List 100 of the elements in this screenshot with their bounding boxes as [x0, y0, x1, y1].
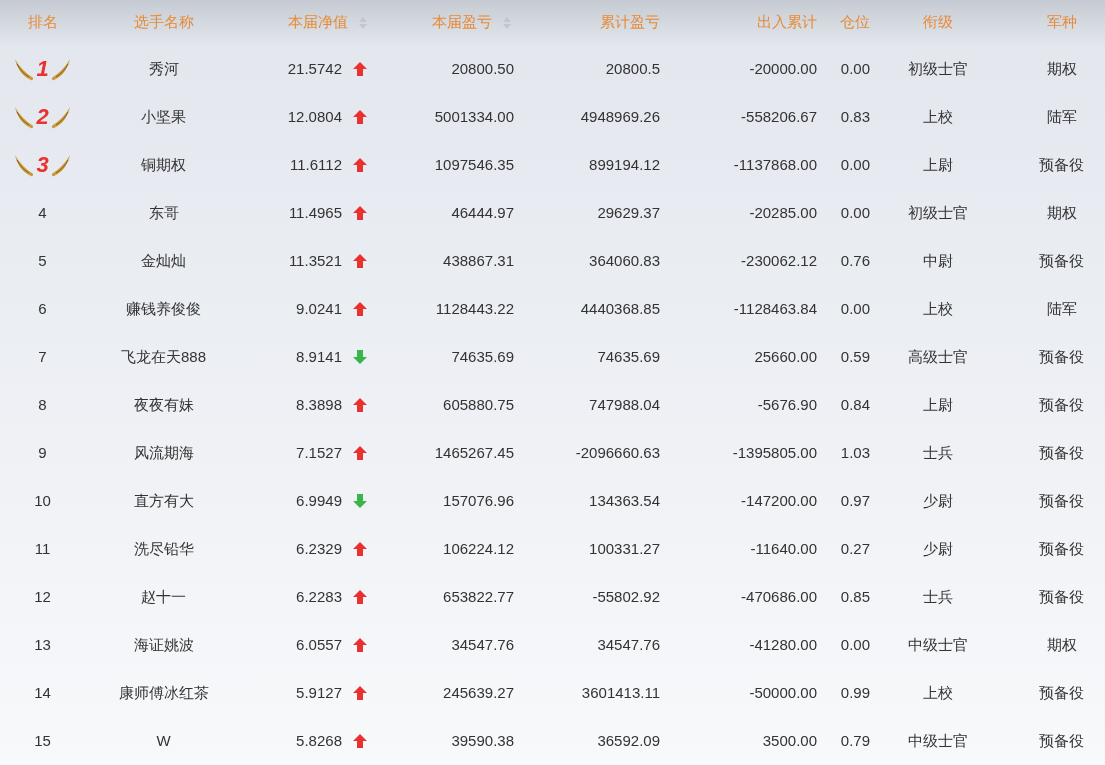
branch-name: 预备役 [1039, 154, 1084, 175]
profit-value: 605880.75 [443, 394, 514, 415]
player-name: 洗尽铅华 [133, 538, 194, 559]
player-name: 海证姚波 [133, 634, 194, 655]
in-out-value: -147200.00 [741, 490, 817, 511]
position-value: 0.79 [840, 730, 870, 751]
branch-name: 期权 [1046, 202, 1077, 223]
profit-value: 20800.50 [451, 58, 514, 79]
rank-number: 1 [36, 58, 49, 80]
rank-number: 13 [34, 634, 51, 655]
total-profit-value: 4948969.26 [580, 106, 660, 127]
total-profit-value: 100331.27 [589, 538, 660, 559]
rank-number: 3 [36, 154, 49, 176]
player-name: 秀河 [148, 58, 179, 79]
profit-value: 1097546.35 [434, 154, 514, 175]
branch-name: 期权 [1046, 58, 1077, 79]
branch-name: 预备役 [1039, 730, 1084, 751]
net-value: 6.9949 [296, 490, 342, 511]
column-header[interactable]: 本届盈亏 [432, 11, 512, 34]
branch-name: 预备役 [1039, 682, 1084, 703]
profit-value: 39590.38 [451, 730, 514, 751]
in-out-value: 25660.00 [754, 346, 817, 367]
total-profit-value: 34547.76 [597, 634, 660, 655]
net-value: 5.8268 [296, 730, 342, 751]
rank-number: 6 [38, 298, 47, 319]
net-value: 21.5742 [287, 58, 342, 79]
total-profit-value: 747988.04 [589, 394, 660, 415]
position-value: 0.59 [840, 346, 870, 367]
rank-title: 上尉 [923, 154, 953, 175]
rank-number: 14 [34, 682, 51, 703]
position-value: 0.97 [840, 490, 870, 511]
in-out-value: -11640.00 [750, 538, 817, 559]
sort-icon[interactable] [502, 15, 512, 30]
branch-name: 预备役 [1039, 250, 1084, 271]
net-value: 11.6112 [290, 154, 342, 175]
position-value: 0.00 [840, 202, 870, 223]
branch-name: 陆军 [1046, 106, 1077, 127]
rank-title: 士兵 [923, 586, 953, 607]
position-value: 0.00 [840, 154, 870, 175]
position-value: 0.76 [840, 250, 870, 271]
in-out-value: -41280.00 [749, 634, 817, 655]
rank-title: 中级士官 [908, 730, 968, 751]
column-header: 排名 [27, 12, 58, 33]
branch-name: 预备役 [1039, 586, 1084, 607]
position-value: 1.03 [840, 442, 870, 463]
player-name: 康师傅冰红茶 [118, 682, 209, 703]
profit-value: 74635.69 [451, 346, 514, 367]
player-name: 飞龙在天888 [121, 346, 206, 367]
profit-value: 106224.12 [443, 538, 514, 559]
branch-name: 陆军 [1046, 298, 1077, 319]
rank-number: 5 [38, 250, 47, 271]
profit-value: 46444.97 [451, 202, 514, 223]
column-header: 军种 [1046, 12, 1077, 33]
profit-value: 34547.76 [451, 634, 514, 655]
rank-title: 少尉 [923, 538, 953, 559]
total-profit-value: 364060.83 [589, 250, 660, 271]
player-name: 夜夜有妹 [133, 394, 194, 415]
player-name: 赚钱养俊俊 [126, 298, 201, 319]
profit-value: 157076.96 [443, 490, 514, 511]
column-header[interactable]: 本届净值 [288, 11, 368, 34]
rank-number: 8 [38, 394, 47, 415]
in-out-value: -470686.00 [741, 586, 817, 607]
net-value: 8.9141 [296, 346, 342, 367]
rank-title: 士兵 [923, 442, 953, 463]
rank-number: 10 [34, 490, 51, 511]
in-out-value: -5676.90 [757, 394, 817, 415]
position-value: 0.00 [840, 634, 870, 655]
column-header: 仓位 [840, 12, 870, 33]
net-value: 11.3521 [288, 250, 342, 271]
total-profit-value: -55802.92 [592, 586, 660, 607]
rank-title: 初级士官 [908, 58, 968, 79]
net-value: 6.2329 [296, 538, 342, 559]
total-profit-value: 29629.37 [597, 202, 660, 223]
rank-title: 中尉 [923, 250, 953, 271]
in-out-value: -20000.00 [749, 58, 817, 79]
branch-name: 预备役 [1039, 538, 1084, 559]
sort-icon[interactable] [358, 15, 368, 30]
total-profit-value: 36592.09 [597, 730, 660, 751]
rank-title: 中级士官 [908, 634, 968, 655]
net-value: 6.2283 [296, 586, 342, 607]
branch-name: 预备役 [1039, 490, 1084, 511]
in-out-value: -230062.12 [741, 250, 817, 271]
player-name: W [156, 730, 171, 751]
position-value: 0.27 [840, 538, 870, 559]
player-name: 赵十一 [141, 586, 186, 607]
rank-number: 4 [38, 202, 47, 223]
in-out-value: 3500.00 [762, 730, 817, 751]
total-profit-value: 134363.54 [589, 490, 660, 511]
net-value: 6.0557 [296, 634, 342, 655]
position-value: 0.83 [840, 106, 870, 127]
total-profit-value: 4440368.85 [580, 298, 660, 319]
rank-number: 9 [38, 442, 47, 463]
net-value: 11.4965 [288, 202, 342, 223]
in-out-value: -1137868.00 [733, 154, 817, 175]
net-value: 9.0241 [296, 298, 342, 319]
rank-title: 初级士官 [908, 202, 968, 223]
column-header: 衔级 [923, 12, 953, 33]
player-name: 金灿灿 [141, 250, 186, 271]
profit-value: 245639.27 [443, 682, 514, 703]
position-value: 0.00 [840, 58, 870, 79]
